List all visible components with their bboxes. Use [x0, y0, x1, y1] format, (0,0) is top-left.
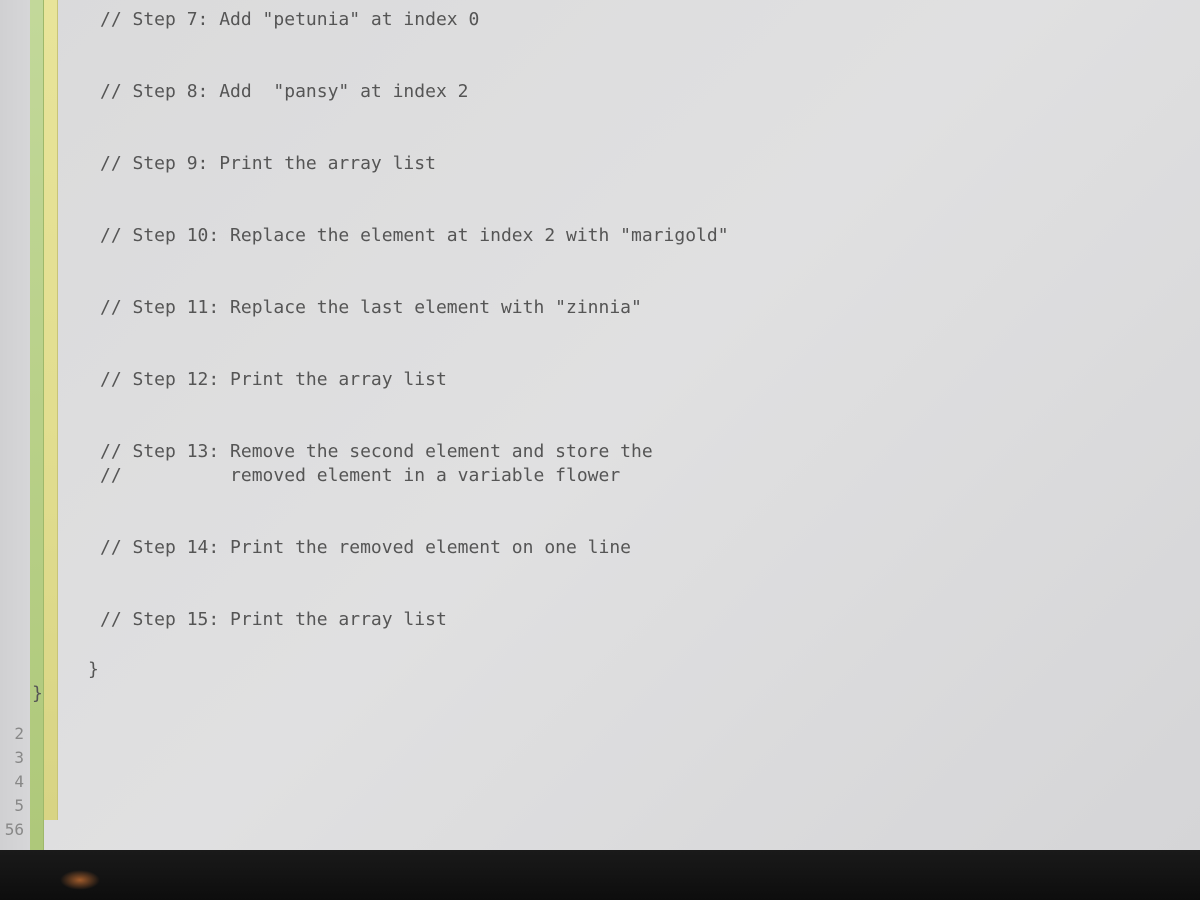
closing-brace-inner[interactable]: }: [60, 658, 1200, 682]
blank-line[interactable]: [100, 632, 1200, 656]
comment-step-8[interactable]: // Step 8: Add "pansy" at index 2: [100, 80, 1200, 104]
comment-step-7[interactable]: // Step 7: Add "petunia" at index 0: [100, 8, 1200, 32]
comment-step-13a[interactable]: // Step 13: Remove the second element an…: [100, 440, 1200, 464]
comment-step-15[interactable]: // Step 15: Print the array list: [100, 608, 1200, 632]
blank-line[interactable]: [100, 392, 1200, 440]
blank-line[interactable]: [100, 488, 1200, 536]
comment-step-12[interactable]: // Step 12: Print the array list: [100, 368, 1200, 392]
indent-guides: [30, 0, 58, 850]
line-number-gutter: 2 3 4 5 56: [0, 0, 30, 850]
comment-step-13b[interactable]: // removed element in a variable flower: [100, 464, 1200, 488]
code-editor[interactable]: 2 3 4 5 56 // Step 7: Add "petunia" at i…: [0, 0, 1200, 850]
line-number: 56: [0, 818, 24, 842]
line-number: 4: [0, 770, 24, 794]
closing-brace-outer[interactable]: }: [32, 682, 1200, 706]
blank-line[interactable]: [100, 560, 1200, 608]
comment-step-10[interactable]: // Step 10: Replace the element at index…: [100, 224, 1200, 248]
blank-line[interactable]: [100, 248, 1200, 296]
comment-step-9[interactable]: // Step 9: Print the array list: [100, 152, 1200, 176]
desk-below-screen: [0, 850, 1200, 900]
line-number: 3: [0, 746, 24, 770]
blank-line[interactable]: [100, 32, 1200, 80]
indent-guide-level-1: [30, 0, 44, 850]
desk-reflection: [60, 870, 100, 890]
blank-line[interactable]: [100, 320, 1200, 368]
line-number: 5: [0, 794, 24, 818]
code-content-area[interactable]: // Step 7: Add "petunia" at index 0 // S…: [58, 0, 1200, 850]
blank-line[interactable]: [100, 176, 1200, 224]
blank-line[interactable]: [100, 104, 1200, 152]
line-number: 2: [0, 722, 24, 746]
comment-step-14[interactable]: // Step 14: Print the removed element on…: [100, 536, 1200, 560]
comment-step-11[interactable]: // Step 11: Replace the last element wit…: [100, 296, 1200, 320]
